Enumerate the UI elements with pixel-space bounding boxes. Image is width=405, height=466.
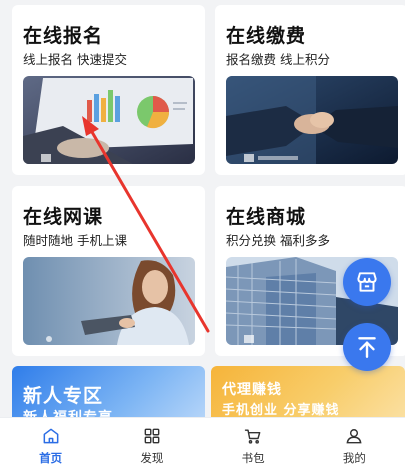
tab-discover[interactable]: 发现	[101, 418, 202, 466]
card-title: 在线缴费	[226, 25, 307, 47]
back-to-top-icon	[354, 334, 380, 360]
tab-mine[interactable]: 我的	[304, 418, 405, 466]
card-subtitle: 线上报名 快速提交	[23, 52, 127, 67]
card-online-payment[interactable]: 在线缴费 报名缴费 线上积分	[215, 5, 405, 175]
woman-tablet-photo	[23, 257, 195, 345]
banner-subtitle: 手机创业 分享赚钱	[222, 403, 340, 418]
laptop-chart-photo	[23, 76, 195, 164]
banner-title: 新人专区	[23, 385, 104, 407]
card-online-course[interactable]: 在线网课 随时随地 手机上课	[12, 186, 205, 356]
banner-title: 代理赚钱	[222, 382, 282, 398]
user-icon	[344, 426, 364, 446]
card-subtitle: 报名缴费 线上积分	[226, 52, 330, 67]
card-title: 在线网课	[23, 206, 104, 228]
card-subtitle: 积分兑换 福利多多	[226, 233, 330, 248]
card-title: 在线商城	[226, 206, 307, 228]
store-button[interactable]	[343, 258, 391, 306]
back-to-top-button[interactable]	[343, 323, 391, 371]
home-icon	[41, 426, 61, 446]
tab-home[interactable]: 首页	[0, 418, 101, 466]
handshake-photo	[226, 76, 398, 164]
card-online-registration[interactable]: 在线报名 线上报名 快速提交	[12, 5, 205, 175]
store-icon	[354, 269, 380, 295]
tab-label: 书包	[241, 451, 265, 465]
app-page: 在线报名 线上报名 快速提交 在线缴费 报名缴费 线上积分 在线网课 随时随地 …	[0, 0, 405, 466]
card-subtitle: 随时随地 手机上课	[23, 233, 127, 248]
bottom-tab-bar: 首页 发现 书包 我的	[0, 417, 405, 466]
card-title: 在线报名	[23, 25, 104, 47]
tab-label: 我的	[342, 451, 366, 465]
tab-bag[interactable]: 书包	[203, 418, 304, 466]
tab-label: 首页	[39, 451, 63, 465]
grid-icon	[142, 426, 162, 446]
cart-icon	[243, 426, 263, 446]
tab-label: 发现	[140, 451, 164, 465]
